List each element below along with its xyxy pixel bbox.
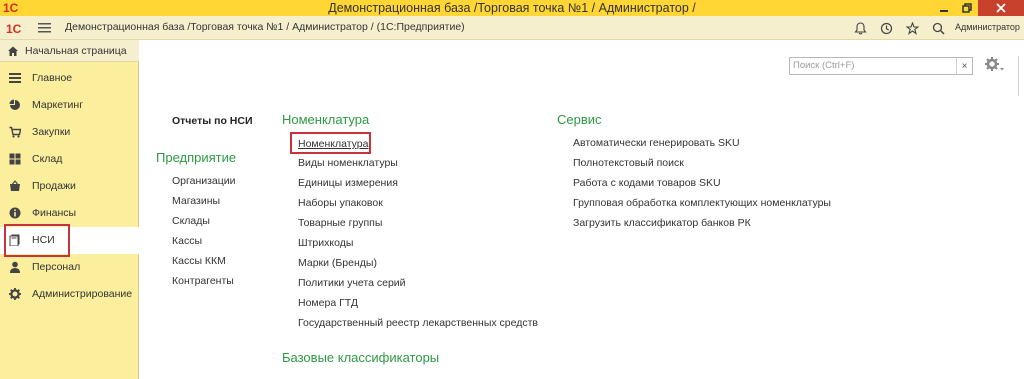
- link-sku-codes[interactable]: Работа с кодами товаров SKU: [573, 177, 721, 189]
- link-load-bank-classifier[interactable]: Загрузить классификатор банков РК: [573, 217, 751, 229]
- link-fulltext-search[interactable]: Полнотекстовый поиск: [573, 157, 684, 169]
- home-page-link[interactable]: Начальная страница: [0, 40, 139, 62]
- group-title-enterprise: Предприятие: [156, 150, 237, 165]
- list-icon: [9, 72, 21, 84]
- sidebar-item-sales[interactable]: Продажи: [0, 173, 139, 200]
- link-shops[interactable]: Магазины: [172, 195, 220, 207]
- sidebar-item-warehouse[interactable]: Склад: [0, 146, 139, 173]
- link-nomenclature-types[interactable]: Виды номенклатуры: [298, 157, 398, 169]
- sidebar-item-label: Продажи: [32, 180, 76, 192]
- panel-divider: [1018, 56, 1019, 96]
- search-input[interactable]: Поиск (Ctrl+F) ×: [789, 57, 973, 75]
- clear-search-button[interactable]: ×: [956, 58, 972, 74]
- sidebar-item-label: Персонал: [32, 261, 81, 273]
- search-placeholder: Поиск (Ctrl+F): [793, 60, 855, 71]
- link-barcodes[interactable]: Штрихкоды: [298, 237, 353, 249]
- group-title-nomenclature: Номенклатура: [282, 112, 370, 127]
- cart-icon: [9, 180, 21, 192]
- link-cashboxes[interactable]: Кассы: [172, 235, 202, 247]
- link-series-policies[interactable]: Политики учета серий: [298, 277, 406, 289]
- highlight-box: [290, 132, 371, 154]
- bell-icon[interactable]: [852, 20, 868, 36]
- minimize-icon[interactable]: [932, 0, 955, 16]
- sidebar-item-label: Главное: [32, 72, 73, 84]
- highlight-box: [4, 224, 70, 257]
- sidebar-item-purchases[interactable]: Закупки: [0, 119, 139, 146]
- svg-text:1С: 1С: [6, 22, 22, 35]
- person-icon: [9, 261, 21, 273]
- sidebar-item-label: Администрирование: [32, 288, 133, 300]
- link-warehouses[interactable]: Склады: [172, 215, 210, 227]
- history-icon[interactable]: [878, 20, 894, 36]
- sidebar-item-label: Финансы: [32, 207, 77, 219]
- home-icon: [7, 45, 19, 57]
- search-icon[interactable]: [930, 20, 946, 36]
- sidebar-item-finance[interactable]: Финансы: [0, 200, 139, 227]
- grid-icon: [9, 153, 21, 165]
- sidebar-item-main[interactable]: Главное: [0, 65, 139, 92]
- sidebar-item-label: Маркетинг: [32, 99, 84, 111]
- link-bulk-components[interactable]: Групповая обработка комплектующих номенк…: [573, 197, 831, 209]
- star-icon[interactable]: [904, 20, 920, 36]
- sidebar-item-personnel[interactable]: Персонал: [0, 254, 139, 281]
- info-circle-icon: [9, 207, 21, 219]
- 1c-logo-icon[interactable]: 1С: [6, 21, 28, 35]
- link-organizations[interactable]: Организации: [172, 175, 236, 187]
- group-title-service: Сервис: [557, 112, 602, 127]
- link-product-groups[interactable]: Товарные группы: [298, 217, 382, 229]
- hamburger-menu-icon[interactable]: [38, 22, 51, 34]
- link-brands[interactable]: Марки (Бренды): [298, 257, 377, 269]
- home-page-label: Начальная страница: [25, 45, 127, 57]
- main-content: [140, 40, 1024, 379]
- close-icon[interactable]: [978, 0, 1024, 16]
- link-counterparties[interactable]: Контрагенты: [172, 275, 234, 287]
- window-title: Демонстрационная база /Торговая точка №1…: [328, 1, 696, 15]
- window-titlebar: 1С Демонстрационная база /Торговая точка…: [0, 0, 1024, 16]
- link-gtd-numbers[interactable]: Номера ГТД: [298, 297, 358, 309]
- reports-link[interactable]: Отчеты по НСИ: [172, 115, 253, 127]
- restore-icon[interactable]: [955, 0, 978, 16]
- sidebar-item-admin[interactable]: Администрирование: [0, 281, 139, 308]
- link-auto-generate-sku[interactable]: Автоматически генерировать SKU: [573, 137, 740, 149]
- settings-gear-icon[interactable]: [984, 56, 1004, 74]
- current-user[interactable]: Администратор: [955, 22, 1020, 32]
- link-drug-registry[interactable]: Государственный реестр лекарственных сре…: [298, 317, 538, 329]
- sidebar-item-label: Закупки: [32, 126, 71, 138]
- link-kkm-cashboxes[interactable]: Кассы ККМ: [172, 255, 226, 267]
- basket-icon: [9, 126, 21, 138]
- sidebar-item-marketing[interactable]: Маркетинг: [0, 92, 139, 119]
- app-toolbar: 1С Демонстрационная база /Торговая точка…: [0, 16, 1024, 40]
- breadcrumb: Демонстрационная база /Торговая точка №1…: [65, 21, 465, 33]
- gear-icon: [9, 288, 21, 300]
- group-title-base-classifiers: Базовые классификаторы: [282, 350, 440, 365]
- link-package-sets[interactable]: Наборы упаковок: [298, 197, 383, 209]
- pie-icon: [9, 99, 21, 111]
- link-units[interactable]: Единицы измерения: [298, 177, 398, 189]
- sidebar-item-label: Склад: [32, 153, 63, 165]
